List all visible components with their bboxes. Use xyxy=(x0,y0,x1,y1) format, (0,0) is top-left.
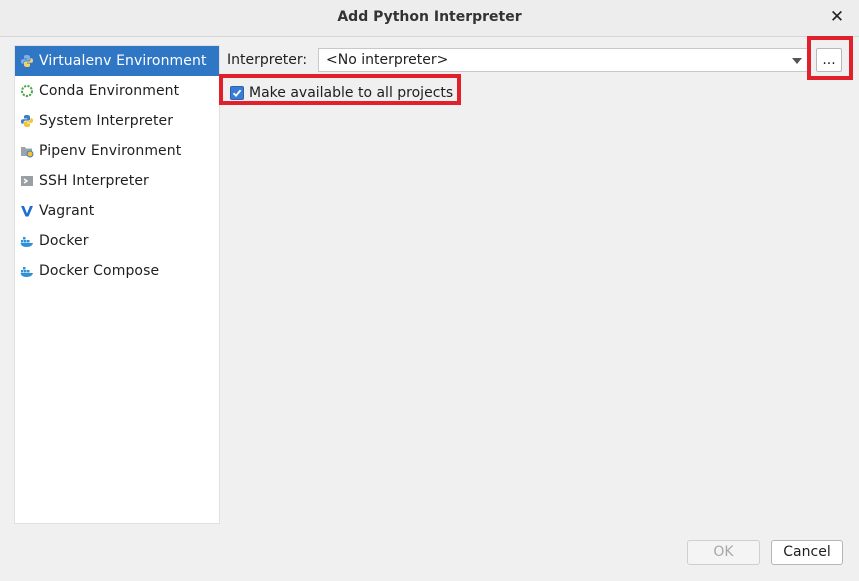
make-available-label: Make available to all projects xyxy=(249,85,454,101)
window-title: Add Python Interpreter xyxy=(337,9,522,25)
vagrant-icon xyxy=(20,203,34,219)
sidebar-item-label: SSH Interpreter xyxy=(39,173,149,189)
browse-interpreter-button[interactable]: ... xyxy=(816,48,842,72)
interpreter-type-list: Virtualenv Environment Conda Environment… xyxy=(14,45,220,524)
make-available-checkbox-row[interactable]: Make available to all projects xyxy=(230,85,453,101)
checkmark-icon xyxy=(232,89,242,98)
interpreter-combobox-value: <No interpreter> xyxy=(326,52,449,68)
sidebar-item-label: Docker xyxy=(39,233,89,249)
title-bar: Add Python Interpreter ✕ xyxy=(0,0,859,37)
docker-compose-icon xyxy=(20,263,34,279)
python-icon xyxy=(20,113,34,129)
python-virtualenv-icon xyxy=(20,53,34,69)
sidebar-item-docker-compose[interactable]: Docker Compose xyxy=(15,256,219,286)
sidebar-item-system-interpreter[interactable]: System Interpreter xyxy=(15,106,219,136)
sidebar-item-conda[interactable]: Conda Environment xyxy=(15,76,219,106)
sidebar-item-label: Virtualenv Environment xyxy=(39,53,207,69)
sidebar-item-pipenv[interactable]: Pipenv Environment xyxy=(15,136,219,166)
ok-button[interactable]: OK xyxy=(687,540,760,565)
make-available-checkbox[interactable] xyxy=(230,86,244,100)
interpreter-combobox[interactable]: <No interpreter> xyxy=(318,48,809,72)
ssh-terminal-icon xyxy=(20,173,34,189)
sidebar-item-vagrant[interactable]: Vagrant xyxy=(15,196,219,226)
sidebar-item-ssh[interactable]: SSH Interpreter xyxy=(15,166,219,196)
sidebar-item-label: System Interpreter xyxy=(39,113,174,129)
docker-icon xyxy=(20,233,34,249)
sidebar-item-virtualenv[interactable]: Virtualenv Environment xyxy=(15,46,219,76)
sidebar-item-docker[interactable]: Docker xyxy=(15,226,219,256)
pipenv-icon xyxy=(20,143,34,159)
sidebar-item-label: Vagrant xyxy=(39,203,95,219)
sidebar-item-label: Conda Environment xyxy=(39,83,180,99)
sidebar-item-label: Docker Compose xyxy=(39,263,160,279)
cancel-button[interactable]: Cancel xyxy=(771,540,843,565)
sidebar-item-label: Pipenv Environment xyxy=(39,143,182,159)
chevron-down-icon[interactable] xyxy=(792,58,802,64)
conda-icon xyxy=(20,83,34,99)
close-icon[interactable]: ✕ xyxy=(827,6,847,28)
interpreter-label: Interpreter: xyxy=(227,52,308,68)
